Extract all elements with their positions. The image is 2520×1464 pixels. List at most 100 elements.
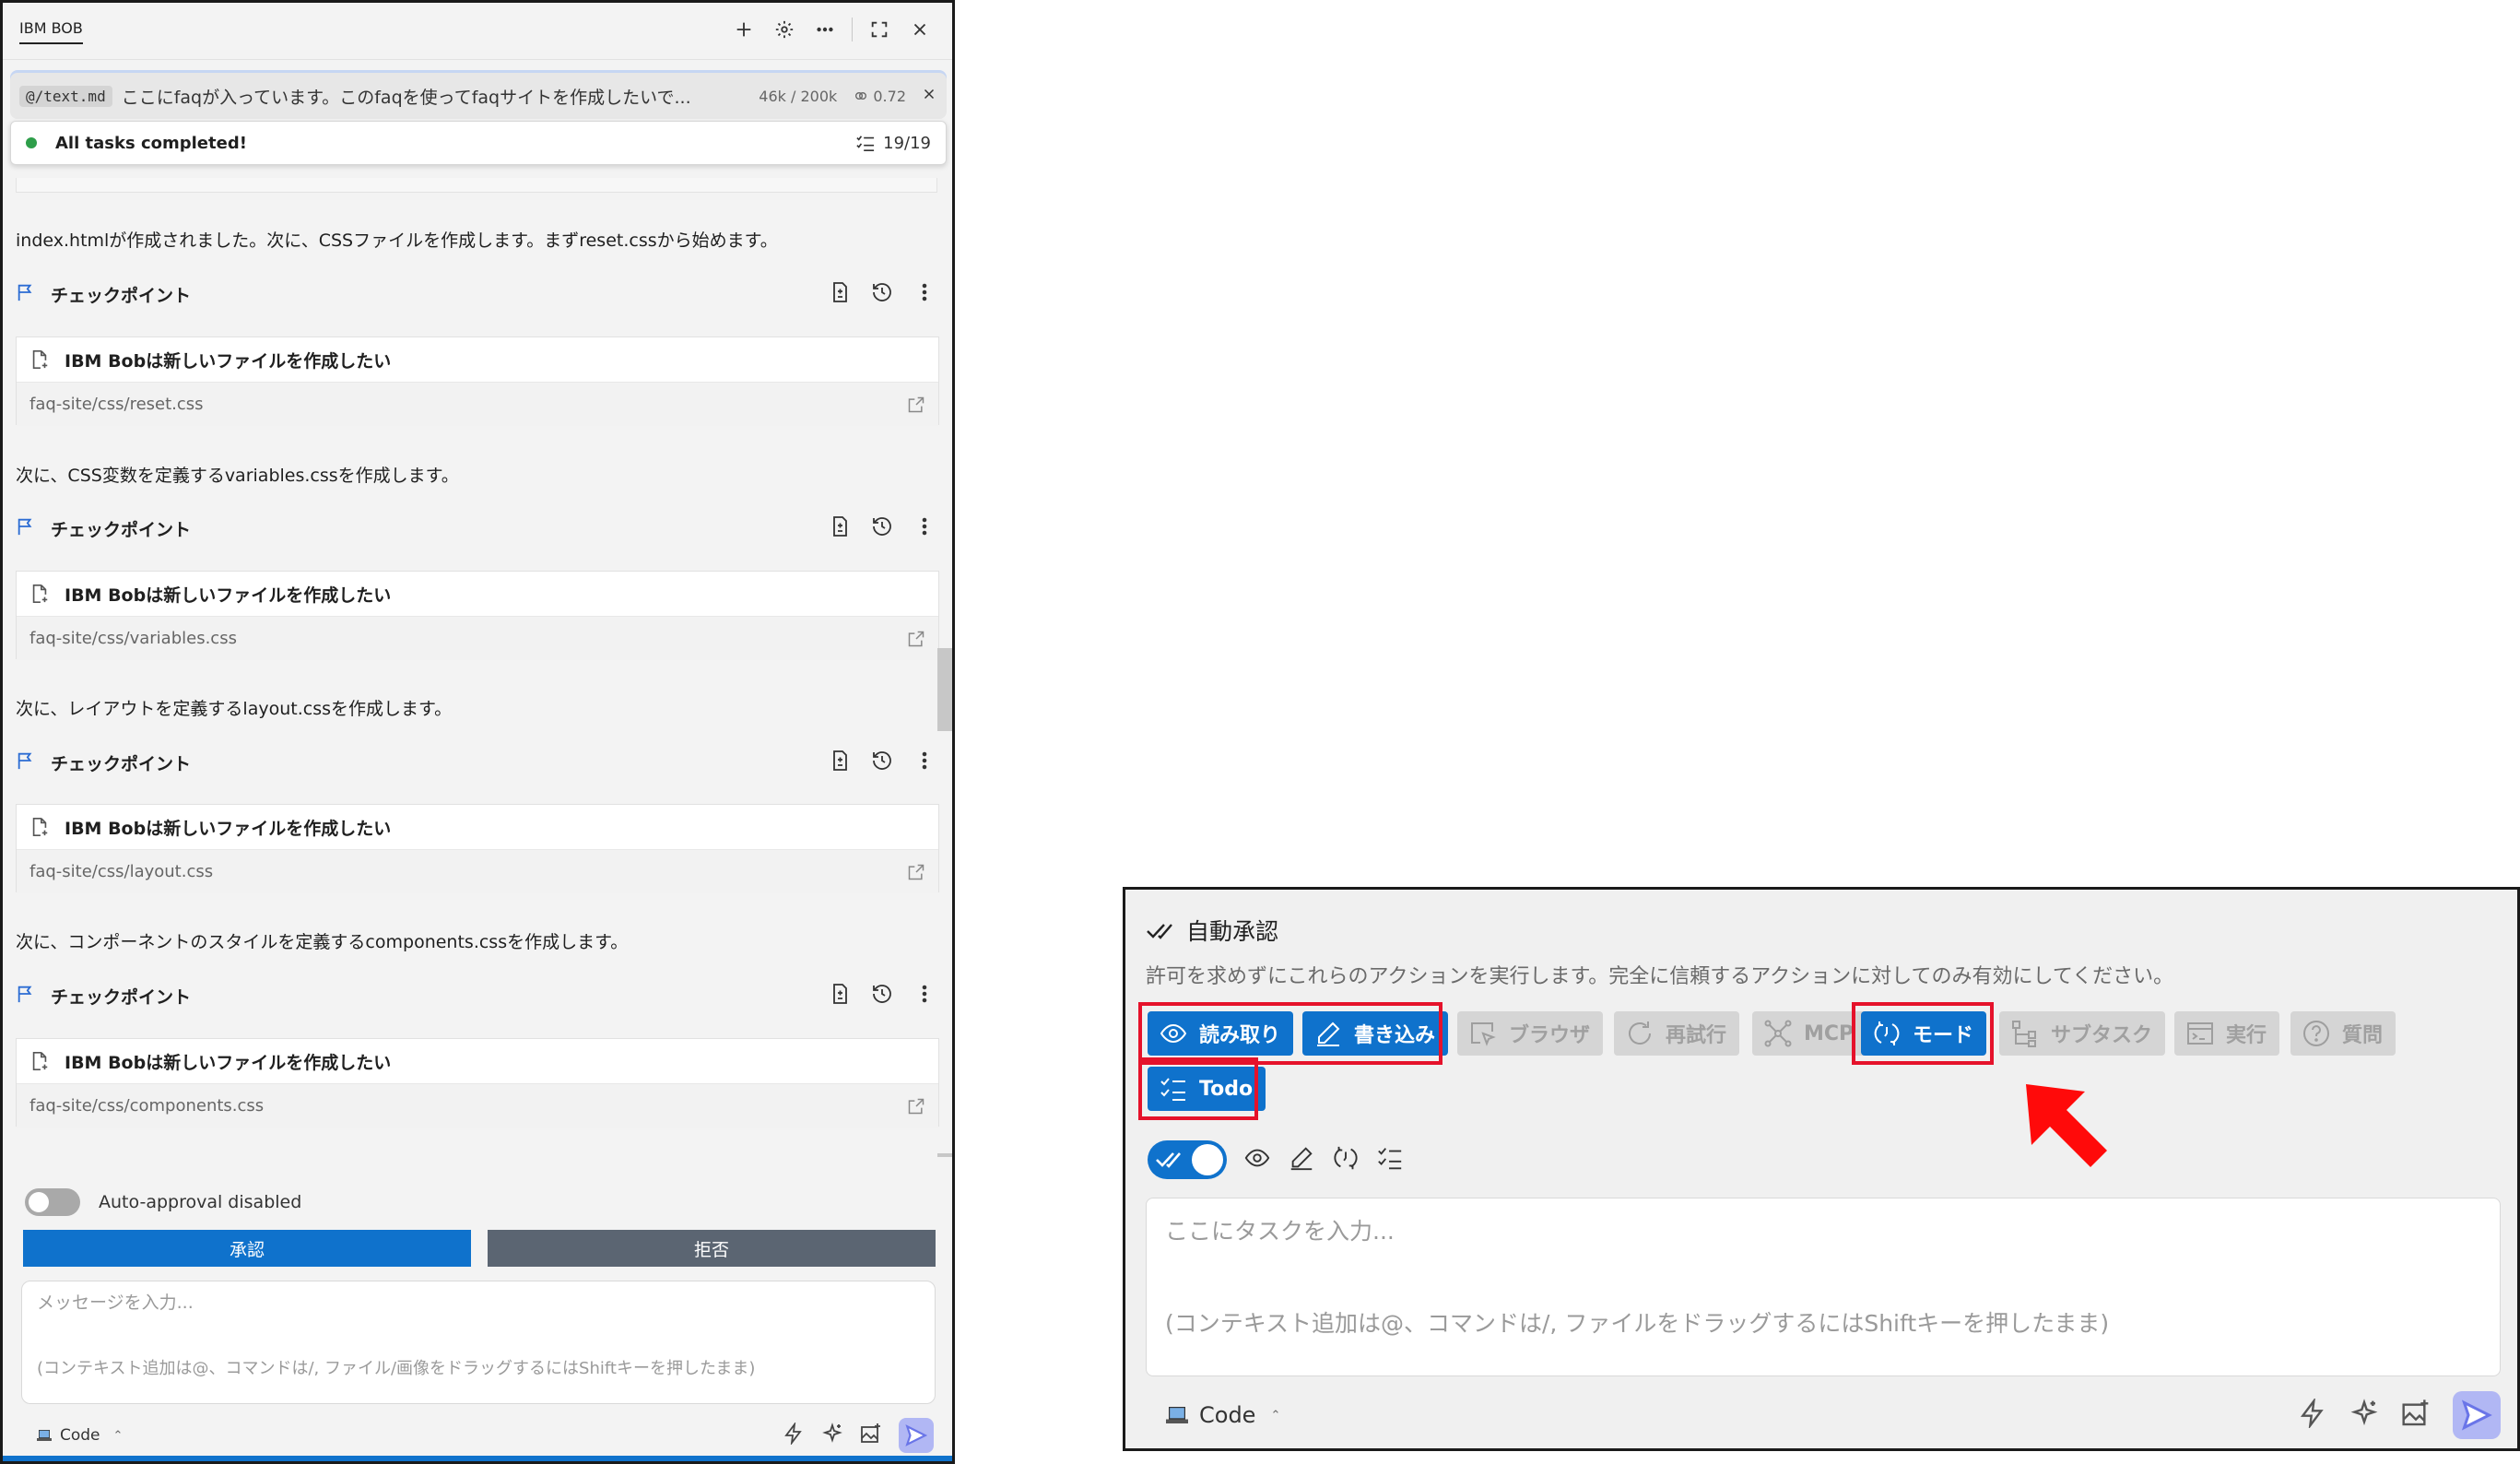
file-path: faq-site/css/layout.css: [29, 862, 214, 881]
cost-display: 0.72: [854, 88, 906, 105]
execute-chip[interactable]: 実行: [2174, 1011, 2280, 1056]
auto-approval-toggle-row: [1148, 1140, 1404, 1179]
send-icon: [2461, 1399, 2492, 1431]
more-button[interactable]: [811, 16, 839, 43]
auto-approval-label: Auto-approval disabled: [99, 1192, 302, 1212]
view-diff-button[interactable]: [829, 750, 851, 775]
double-check-icon: [1156, 1152, 1181, 1168]
quick-actions-button[interactable]: [2298, 1397, 2327, 1432]
message-input[interactable]: メッセージを入力... (コンテキスト追加は@、コマンドは/, ファイル/画像を…: [21, 1281, 936, 1404]
add-image-button[interactable]: [860, 1423, 882, 1448]
mode-selector[interactable]: Code ⌃: [21, 1426, 123, 1445]
checkpoint-label: チェックポイント: [51, 753, 192, 774]
assistant-message: 次に、レイアウトを定義するlayout.cssを作成します。: [16, 699, 453, 719]
auto-approval-toggle[interactable]: [25, 1188, 80, 1216]
file-mention-tag[interactable]: @/text.md: [19, 85, 112, 107]
task-input-hint: (コンテキスト追加は@、コマンドは/, ファイルをドラッグするにはShiftキー…: [1165, 1310, 2110, 1337]
close-icon: [924, 89, 935, 99]
file-path-row[interactable]: faq-site/css/reset.css: [17, 382, 938, 426]
view-diff-button[interactable]: [829, 983, 851, 1009]
sparkle-icon: [822, 1423, 842, 1443]
retry-chip[interactable]: 再試行: [1614, 1011, 1740, 1056]
file-path: faq-site/css/components.css: [29, 1096, 265, 1116]
toolbar-divider: [852, 18, 853, 41]
file-path-row[interactable]: faq-site/css/layout.css: [17, 849, 938, 893]
add-image-button[interactable]: [2401, 1399, 2431, 1432]
question-chip[interactable]: 質問: [2290, 1011, 2396, 1056]
highlight-mode: [1852, 1002, 1994, 1065]
close-task-button[interactable]: [921, 86, 937, 107]
file-diff-icon: [833, 282, 847, 302]
mcp-chip[interactable]: MCP: [1752, 1011, 1867, 1056]
mode-selector[interactable]: Code ⌃: [1164, 1402, 1280, 1428]
file-card-title: IBM Bobは新しいファイルを作成したい: [65, 1052, 392, 1073]
bottom-accent-strip: [3, 1456, 952, 1461]
checkpoint-more-button[interactable]: [913, 983, 936, 1009]
scrollbar-thumb[interactable]: [937, 648, 952, 731]
open-external-icon: [908, 1098, 924, 1114]
settings-button[interactable]: [771, 16, 798, 43]
new-file-icon: [32, 584, 48, 603]
expand-icon: [871, 21, 888, 38]
subtask-chip[interactable]: サブタスク: [1999, 1011, 2166, 1056]
laptop-icon: [37, 1430, 52, 1441]
pencil-icon: [1290, 1147, 1313, 1171]
new-file-icon: [32, 350, 48, 369]
checklist-icon: [856, 136, 875, 151]
quick-actions-button[interactable]: [783, 1421, 805, 1448]
new-task-button[interactable]: [730, 16, 758, 43]
assistant-message: 次に、コンポーネントのスタイルを定義するcomponents.cssを作成します…: [16, 932, 629, 952]
question-icon: [2303, 1021, 2329, 1046]
checkpoint-row: チェックポイント: [16, 510, 939, 547]
task-status-bar[interactable]: All tasks completed! 19/19: [10, 121, 947, 165]
browser-chip-label: ブラウザ: [1509, 1024, 1591, 1047]
reject-button[interactable]: 拒否: [488, 1230, 936, 1267]
ellipsis-icon: [817, 27, 833, 32]
auto-approval-row: Auto-approval disabled: [25, 1188, 301, 1216]
flag-icon: [18, 518, 32, 536]
task-input[interactable]: ここにタスクを入力... (コンテキスト追加は@、コマンドは/, ファイルをドラ…: [1146, 1198, 2501, 1376]
enhance-prompt-button[interactable]: [821, 1423, 843, 1448]
approve-button[interactable]: 承認: [23, 1230, 471, 1267]
checkpoint-row: チェックポイント: [16, 276, 939, 313]
image-add-icon: [861, 1423, 880, 1443]
view-diff-button[interactable]: [829, 281, 851, 307]
file-diff-icon: [833, 516, 847, 537]
checkpoint-label: チェックポイント: [51, 986, 192, 1008]
enhance-prompt-button[interactable]: [2349, 1399, 2379, 1432]
file-card-title: IBM Bobは新しいファイルを作成したい: [65, 818, 392, 839]
file-create-card: IBM Bobは新しいファイルを作成したい faq-site/css/compo…: [16, 1038, 939, 1128]
send-button[interactable]: [899, 1418, 934, 1453]
window-title[interactable]: IBM BOB: [19, 19, 83, 44]
checkpoint-more-button[interactable]: [913, 515, 936, 541]
checkpoint-more-button[interactable]: [913, 281, 936, 307]
message-input-hint: (コンテキスト追加は@、コマンドは/, ファイル/画像をドラッグするにはShif…: [37, 1359, 756, 1378]
input-toolbar: Code ⌃: [3, 1411, 952, 1459]
gear-icon: [775, 20, 794, 39]
close-icon: [913, 23, 926, 36]
double-check-icon: [1147, 924, 1172, 939]
previous-card-edge: [16, 178, 937, 193]
status-dot: [26, 137, 37, 148]
task-header[interactable]: @/text.md ここにfaqが入っています。このfaqを使ってfaqサイトを…: [10, 73, 947, 119]
file-path-row[interactable]: faq-site/css/variables.css: [17, 616, 938, 660]
flag-icon: [18, 284, 32, 301]
auto-approval-toggle[interactable]: [1148, 1140, 1227, 1179]
expand-button[interactable]: [866, 16, 893, 43]
browser-chip[interactable]: ブラウザ: [1457, 1011, 1604, 1056]
flag-icon: [18, 752, 32, 770]
lightning-icon: [784, 1421, 802, 1446]
auto-approval-panel: 自動承認 許可を求めずにこれらのアクションを実行します。完全に信頼するアクション…: [1123, 887, 2520, 1451]
restore-checkpoint-button[interactable]: [871, 281, 893, 307]
todo-status-icon: [1376, 1144, 1404, 1175]
close-panel-button[interactable]: [906, 16, 934, 43]
file-path-row[interactable]: faq-site/css/components.css: [17, 1083, 938, 1128]
checkpoint-more-button[interactable]: [913, 750, 936, 775]
write-status-icon: [1288, 1144, 1315, 1175]
view-diff-button[interactable]: [829, 515, 851, 541]
restore-checkpoint-button[interactable]: [871, 515, 893, 541]
restore-checkpoint-button[interactable]: [871, 750, 893, 775]
send-button[interactable]: [2453, 1391, 2501, 1439]
vertical-ellipsis-icon: [922, 517, 927, 536]
restore-checkpoint-button[interactable]: [871, 983, 893, 1009]
